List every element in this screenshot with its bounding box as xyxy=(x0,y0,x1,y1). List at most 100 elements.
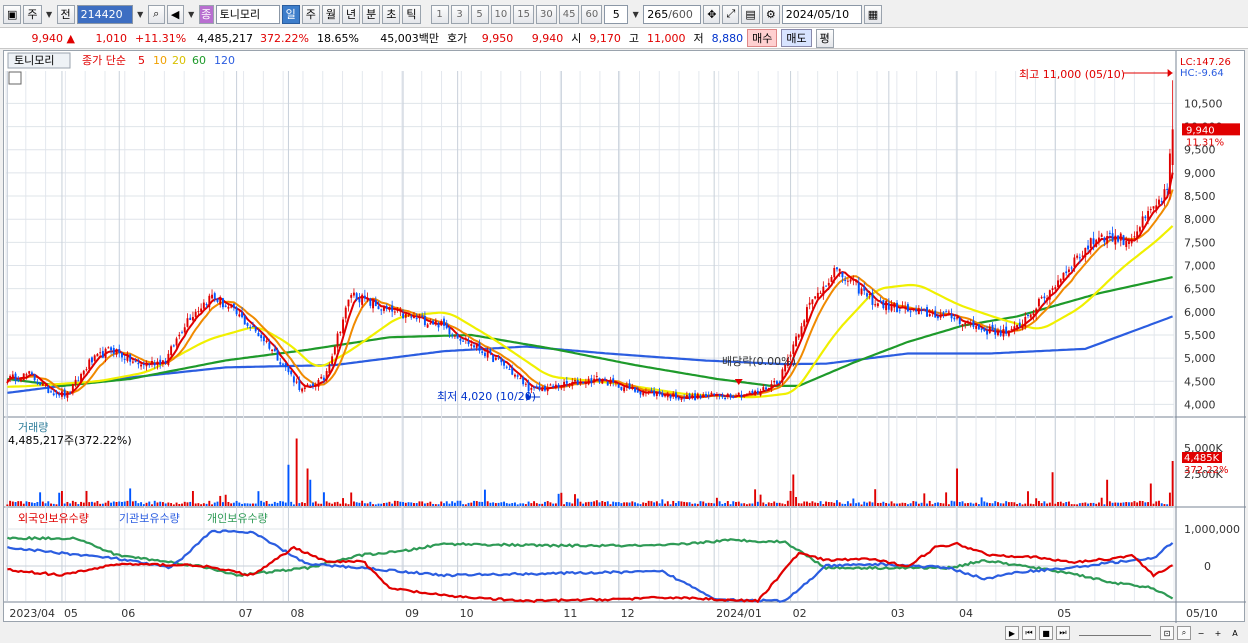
candle-body[interactable] xyxy=(1024,317,1027,327)
volume-bar[interactable] xyxy=(459,500,462,506)
candle-body[interactable] xyxy=(658,391,661,395)
candle-body[interactable] xyxy=(205,304,208,306)
volume-bar[interactable] xyxy=(672,500,675,506)
volume-bar[interactable] xyxy=(740,503,743,506)
volume-bar[interactable] xyxy=(380,503,383,506)
candle-body[interactable] xyxy=(740,394,743,398)
volume-bar[interactable] xyxy=(524,504,527,506)
candle-body[interactable] xyxy=(497,357,500,359)
candle-body[interactable] xyxy=(418,317,421,319)
candle-body[interactable] xyxy=(522,377,525,385)
candle-body[interactable] xyxy=(735,396,737,398)
volume-bar[interactable] xyxy=(857,502,860,506)
chart-menu-icon[interactable] xyxy=(8,71,22,85)
candle-body[interactable] xyxy=(724,398,727,400)
volume-bar[interactable] xyxy=(664,503,667,506)
zoom-tool-icon[interactable]: ⊡ xyxy=(1160,626,1174,640)
volume-bar[interactable] xyxy=(702,501,705,507)
volume-bar[interactable] xyxy=(710,502,713,506)
candle-body[interactable] xyxy=(666,393,669,398)
volume-bar[interactable] xyxy=(511,503,514,506)
candle-body[interactable] xyxy=(721,394,724,398)
candle-body[interactable] xyxy=(475,344,478,348)
volume-bar[interactable] xyxy=(344,503,347,506)
volume-bar[interactable] xyxy=(74,501,77,506)
candle-body[interactable] xyxy=(1128,241,1130,244)
candle-body[interactable] xyxy=(983,327,986,332)
candle-body[interactable] xyxy=(88,359,91,370)
volume-bar[interactable] xyxy=(295,438,298,507)
volume-bar[interactable] xyxy=(1117,502,1120,506)
auto-scale-icon[interactable]: A xyxy=(1228,626,1242,640)
volume-bar[interactable] xyxy=(814,502,817,506)
candle-body[interactable] xyxy=(385,305,388,309)
volume-bar[interactable] xyxy=(849,503,852,506)
volume-bar[interactable] xyxy=(658,503,661,506)
volume-bar[interactable] xyxy=(481,501,484,506)
volume-bar[interactable] xyxy=(653,502,656,506)
volume-bar[interactable] xyxy=(997,502,999,506)
candle-body[interactable] xyxy=(661,392,664,397)
candle-body[interactable] xyxy=(415,318,418,320)
volume-bar[interactable] xyxy=(784,504,787,506)
candle-body[interactable] xyxy=(830,277,833,282)
candle-body[interactable] xyxy=(552,385,555,388)
candle-body[interactable] xyxy=(857,282,860,294)
candle-body[interactable] xyxy=(614,382,617,384)
volume-bar[interactable] xyxy=(238,502,241,506)
volume-bar[interactable] xyxy=(685,502,688,506)
candle-body[interactable] xyxy=(377,306,380,310)
chart-area[interactable]: 4,000 4,500 5,000 5,500 6,000 6,500 7,000 7,500… xyxy=(3,50,1246,623)
candle-body[interactable] xyxy=(189,317,192,321)
candle-body[interactable] xyxy=(606,381,609,386)
volume-bar[interactable] xyxy=(994,501,997,506)
volume-bar[interactable] xyxy=(473,500,475,506)
candle-body[interactable] xyxy=(181,332,183,334)
volume-bar[interactable] xyxy=(503,501,505,506)
candle-body[interactable] xyxy=(77,380,80,382)
minute-3[interactable]: 3 xyxy=(450,4,469,24)
candle-body[interactable] xyxy=(876,303,879,307)
candle-body[interactable] xyxy=(342,319,344,334)
volume-bar[interactable] xyxy=(544,501,546,506)
candle-body[interactable] xyxy=(751,390,754,394)
volume-bar[interactable] xyxy=(901,502,904,506)
volume-bar[interactable] xyxy=(1048,502,1051,506)
volume-bar[interactable] xyxy=(827,502,830,506)
candle-body[interactable] xyxy=(489,348,492,353)
period-day[interactable]: 일 xyxy=(281,4,300,24)
candle-body[interactable] xyxy=(964,322,967,325)
candle-body[interactable] xyxy=(1155,205,1158,210)
volume-bar[interactable] xyxy=(331,503,334,506)
candle-body[interactable] xyxy=(505,366,508,368)
candle-body[interactable] xyxy=(503,360,505,366)
candle-body[interactable] xyxy=(494,357,497,360)
candle-body[interactable] xyxy=(352,292,355,296)
candle-body[interactable] xyxy=(732,395,735,398)
volume-bar[interactable] xyxy=(1163,504,1166,506)
candle-body[interactable] xyxy=(257,332,260,337)
volume-bar[interactable] xyxy=(1018,502,1021,506)
candle-body[interactable] xyxy=(170,346,173,355)
candle-body[interactable] xyxy=(887,302,890,310)
candle-body[interactable] xyxy=(440,321,443,326)
volume-bar[interactable] xyxy=(642,502,645,506)
volume-bar[interactable] xyxy=(991,503,994,506)
candle-body[interactable] xyxy=(811,299,814,305)
volume-bar[interactable] xyxy=(483,489,486,506)
candle-body[interactable] xyxy=(664,395,667,397)
volume-bar[interactable] xyxy=(871,502,874,506)
volume-bar[interactable] xyxy=(759,494,762,506)
volume-bar[interactable] xyxy=(219,495,222,506)
stock-code-input[interactable]: 214420 xyxy=(76,4,133,24)
candle-body[interactable] xyxy=(1141,216,1144,228)
candle-body[interactable] xyxy=(808,302,811,305)
candle-body[interactable] xyxy=(598,378,601,383)
volume-bar[interactable] xyxy=(317,503,320,506)
gear-icon[interactable]: ⚙ xyxy=(761,4,780,24)
volume-bar[interactable] xyxy=(748,503,751,506)
candle-body[interactable] xyxy=(347,299,350,307)
volume-bar[interactable] xyxy=(486,501,489,506)
candle-body[interactable] xyxy=(74,379,77,386)
tool-cross-icon[interactable]: ✥ xyxy=(703,4,721,24)
